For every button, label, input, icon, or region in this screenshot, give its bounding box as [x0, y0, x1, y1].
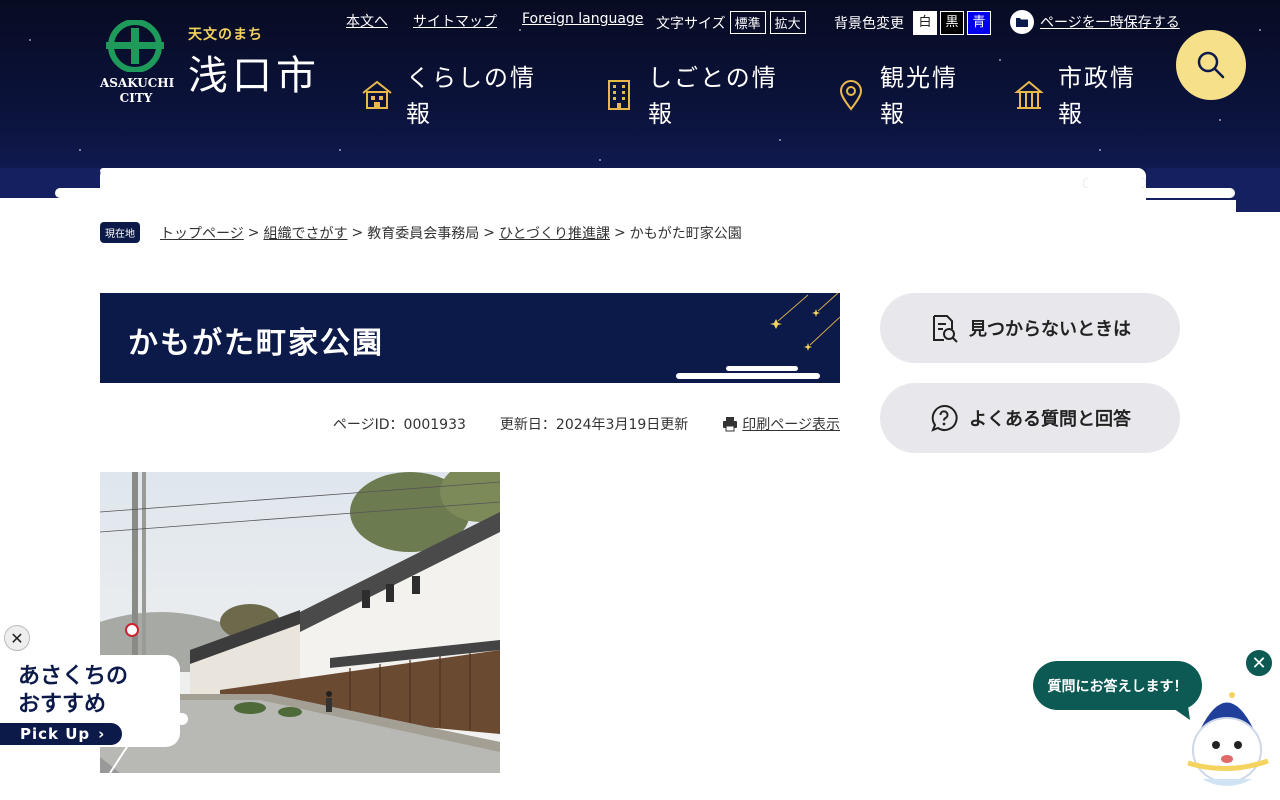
font-size-standard-button[interactable]: 標準 [729, 11, 766, 34]
question-bubble-icon [931, 404, 958, 432]
save-page-link[interactable]: ページを一時保存する [1010, 10, 1180, 34]
document-search-icon [933, 315, 958, 343]
faq-label: よくある質問と回答 [969, 409, 1131, 430]
breadcrumb-separator: > [613, 224, 626, 241]
mascot-character-icon[interactable] [1180, 675, 1275, 795]
save-page-label: ページを一時保存する [1040, 15, 1180, 31]
nav-item-tourism[interactable]: 観光情報 [834, 60, 980, 132]
font-size-control: 文字サイズ 標準 拡大 [656, 11, 806, 34]
page-title-box: かもがた町家公園 [100, 293, 840, 383]
decorative-cloud [100, 168, 1146, 212]
nav-item-living[interactable]: くらしの情報 [360, 60, 556, 132]
skip-to-content-link[interactable]: 本文へ [346, 11, 388, 31]
header-edge-left-cloud2 [55, 188, 109, 198]
nav-label: しごとの情報 [648, 64, 778, 128]
foreign-language-link[interactable]: Foreign language [522, 11, 643, 31]
building-icon [608, 80, 630, 110]
breadcrumb: 現在地 トップページ > 組織でさがす > 教育委員会事務局 > ひとづくり推進… [100, 222, 742, 243]
header-edge-right-cloud-white [1083, 178, 1146, 188]
breadcrumb-text-education-board: 教育委員会事務局 [367, 225, 480, 242]
logo-city-name: 浅口市 [188, 53, 320, 99]
bg-white-button[interactable]: 白 [913, 11, 937, 35]
folder-icon [1010, 10, 1034, 34]
shooting-stars-decoration [676, 293, 840, 379]
background-color-label: 背景色変更 [834, 16, 904, 32]
pickup-title-line1: あさくちの [18, 664, 129, 689]
not-found-help-button[interactable]: 見つからないときは [880, 293, 1180, 363]
sitemap-link[interactable]: サイトマップ [413, 11, 497, 31]
page-meta: ページID：0001933 更新日：2024年3月19日更新 印刷ページ表示 [320, 414, 840, 434]
header-edge-right-cloud3 [1179, 201, 1236, 211]
font-size-large-button[interactable]: 拡大 [769, 11, 806, 34]
current-location-badge: 現在地 [100, 222, 140, 243]
breadcrumb-separator: > [247, 224, 260, 241]
nav-item-city-administration[interactable]: 市政情報 [1012, 60, 1158, 132]
logo-tagline: 天文のまち [188, 27, 263, 43]
font-size-label: 文字サイズ [656, 15, 726, 32]
search-icon [1197, 51, 1225, 79]
bg-blue-button[interactable]: 青 [967, 11, 991, 35]
city-hall-icon [1014, 80, 1044, 109]
nav-item-work[interactable]: しごとの情報 [602, 60, 798, 132]
breadcrumb-link-division[interactable]: ひとづくり推進課 [499, 223, 610, 243]
breadcrumb-current: かもがた町家公園 [629, 225, 742, 242]
breadcrumb-link-organization[interactable]: 組織でさがす [263, 223, 347, 243]
pickup-close-button[interactable]: ✕ [4, 625, 30, 651]
chatbot-close-button[interactable]: ✕ [1244, 648, 1274, 678]
faq-button[interactable]: よくある質問と回答 [880, 383, 1180, 453]
header-edge-left-cloud [100, 178, 160, 188]
city-emblem-icon [106, 20, 164, 72]
map-pin-icon [839, 80, 863, 111]
pickup-cloud-decoration [150, 713, 188, 725]
site-logo[interactable]: ASAKUCHI CITY 天文のまち 浅口市 [100, 18, 325, 108]
pickup-title-line2: おすすめ [18, 692, 107, 717]
bg-black-button[interactable]: 黒 [940, 11, 964, 35]
header-edge-right-bottom [1236, 200, 1280, 212]
breadcrumb-separator: > [351, 224, 364, 241]
updated-date: 更新日：2024年3月19日更新 [499, 417, 689, 433]
house-icon [362, 80, 392, 109]
logo-english-name: ASAKUCHI CITY [100, 76, 175, 105]
nav-label: 市政情報 [1058, 64, 1136, 128]
utility-links: 本文へ サイトマップ Foreign language [346, 11, 668, 31]
background-color-control: 背景色変更 白 黒 青 [834, 11, 991, 35]
not-found-help-label: 見つからないときは [969, 319, 1131, 340]
printer-icon [723, 417, 738, 432]
nav-label: 観光情報 [880, 64, 958, 128]
page-id: ページID：0001933 [332, 417, 466, 433]
header-edge-right-cloud2 [1130, 188, 1235, 198]
nav-label: くらしの情報 [406, 64, 536, 128]
pickup-banner[interactable]: あさくちの おすすめ Pick Up › [0, 655, 190, 755]
print-page-label: 印刷ページ表示 [742, 417, 840, 433]
breadcrumb-link-top[interactable]: トップページ [160, 223, 244, 243]
global-nav: くらしの情報 しごとの情報 観光情報 市政情報 [360, 60, 1160, 132]
pickup-label: Pick Up › [0, 723, 122, 745]
search-button[interactable] [1176, 30, 1246, 100]
chevron-right-icon: › [98, 725, 106, 743]
chatbot-bubble[interactable]: 質問にお答えします！ [1033, 661, 1202, 710]
pickup-cloud-decoration [140, 683, 180, 697]
breadcrumb-separator: > [483, 224, 495, 241]
print-page-link[interactable]: 印刷ページ表示 [722, 414, 840, 434]
